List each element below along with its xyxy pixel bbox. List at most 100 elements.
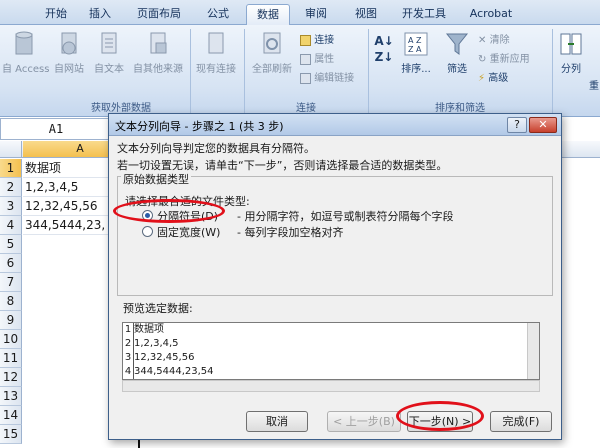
preview-row-number: 2 — [123, 337, 134, 352]
preview-row-text: 344,5444,23,54 — [134, 366, 214, 377]
preview-label: 预览选定数据: — [123, 302, 193, 315]
row-header[interactable]: 1 — [0, 159, 22, 178]
back-button[interactable]: < 上一步(B) — [327, 411, 401, 432]
sort-ascending-button[interactable]: A↓ Z↓ — [374, 33, 394, 65]
help-button[interactable]: ? — [507, 117, 527, 133]
name-box[interactable]: A1 — [0, 118, 112, 140]
fixed-width-option-description: - 每列字段加空格对齐 — [237, 226, 344, 239]
row-header[interactable]: 13 — [0, 387, 22, 406]
row-header[interactable]: 8 — [0, 292, 22, 311]
from-web-button[interactable]: 自网站 — [50, 31, 88, 75]
clear-button[interactable]: ✕ 清除 — [478, 31, 510, 46]
preview-row-text: 12,32,45,56 — [134, 352, 195, 363]
data-preview[interactable]: 1 数据项 2 1,2,3,4,5 3 12,32,45,56 4 344,5444,2… — [122, 322, 540, 380]
tab-acrobat[interactable]: Acrobat — [460, 4, 522, 25]
tab-developer[interactable]: 开发工具 — [392, 4, 456, 25]
finish-button[interactable]: 完成(F) — [490, 411, 552, 432]
select-all-corner[interactable] — [0, 141, 22, 157]
preview-row: 1 数据项 — [123, 323, 164, 338]
advanced-label: 高级 — [488, 73, 509, 84]
from-text-button[interactable]: 自文本 — [90, 31, 128, 75]
row-header[interactable]: 2 — [0, 178, 22, 197]
cancel-button[interactable]: 取消 — [246, 411, 308, 432]
tab-page-layout[interactable]: 页面布局 — [128, 4, 190, 25]
filter-button[interactable]: 筛选 — [440, 31, 474, 75]
split-columns-icon — [560, 33, 582, 55]
row-header[interactable]: 10 — [0, 330, 22, 349]
text-file-icon — [101, 32, 117, 54]
close-button[interactable]: ✕ — [529, 117, 557, 133]
other-sources-icon — [150, 32, 167, 54]
group-separator — [368, 29, 369, 115]
connections-icon — [300, 34, 311, 46]
refresh-all-button[interactable]: 全部刷新 — [248, 31, 296, 75]
row-header[interactable]: 14 — [0, 406, 22, 425]
remove-duplicates-label: 重 — [589, 81, 599, 92]
from-text-label: 自文本 — [94, 64, 124, 75]
sort-dialog-icon: A ZZ A — [404, 32, 428, 56]
row-header[interactable]: 4 — [0, 216, 22, 235]
properties-label: 属性 — [314, 54, 335, 65]
sort-az-icon: A↓ Z↓ — [374, 34, 394, 64]
existing-connections-button[interactable]: 现有连接 — [194, 31, 238, 75]
preview-vertical-scrollbar[interactable] — [527, 323, 539, 379]
tab-review[interactable]: 审阅 — [294, 4, 338, 25]
row-header[interactable]: 11 — [0, 349, 22, 368]
annotation-circle-next — [396, 401, 484, 431]
connections-button[interactable]: 连接 — [300, 31, 334, 46]
existing-connections-icon — [208, 32, 224, 54]
tab-home[interactable]: 开始 — [36, 4, 76, 25]
advanced-filter-icon: ⚡ — [478, 73, 486, 84]
text-to-columns-label: 分列 — [561, 64, 581, 75]
tab-insert[interactable]: 插入 — [80, 4, 120, 25]
row-header[interactable]: 9 — [0, 311, 22, 330]
connections-label: 连接 — [314, 35, 335, 46]
ribbon: 自 Access 自网站 自文本 自其他来源 现有连接 获取外部数据 全部刷新 … — [0, 25, 600, 117]
preview-horizontal-scrollbar[interactable] — [122, 380, 540, 392]
preview-row-text: 数据项 — [134, 324, 164, 335]
tab-data[interactable]: 数据 — [246, 4, 290, 25]
row-header[interactable]: 12 — [0, 368, 22, 387]
sort-label: 排序... — [401, 64, 431, 75]
from-access-button[interactable]: 自 Access — [2, 31, 50, 75]
properties-icon — [300, 53, 311, 65]
row-header[interactable]: 6 — [0, 254, 22, 273]
row-header[interactable]: 5 — [0, 235, 22, 254]
dialog-title-bar[interactable]: 文本分列向导 - 步骤之 1 (共 3 步) ? ✕ — [109, 114, 561, 136]
close-icon: ✕ — [538, 118, 548, 131]
from-other-sources-button[interactable]: 自其他来源 — [130, 31, 186, 75]
wizard-message-1: 文本分列向导判定您的数据具有分隔符。 — [117, 142, 315, 155]
preview-row-number: 3 — [123, 351, 134, 366]
text-to-columns-dialog: 文本分列向导 - 步骤之 1 (共 3 步) ? ✕ 文本分列向导判定您的数据具… — [108, 113, 562, 440]
reapply-label: 重新应用 — [489, 54, 530, 65]
group-separator — [244, 29, 245, 115]
group-separator — [552, 29, 553, 115]
ribbon-tab-bar: 开始 插入 页面布局 公式 数据 审阅 视图 开发工具 Acrobat — [0, 0, 600, 25]
fixed-width-radio[interactable] — [142, 226, 153, 237]
tab-formulas[interactable]: 公式 — [196, 4, 240, 25]
preview-row-text: 1,2,3,4,5 — [134, 338, 179, 349]
text-to-columns-button[interactable]: 分列 — [556, 31, 586, 75]
refresh-all-label: 全部刷新 — [252, 64, 292, 75]
edit-links-button[interactable]: 编辑链接 — [300, 69, 354, 84]
globe-icon — [61, 32, 77, 55]
row-header[interactable]: 3 — [0, 197, 22, 216]
dialog-title: 文本分列向导 - 步骤之 1 (共 3 步) — [115, 120, 284, 133]
clear-filter-icon: ✕ — [478, 35, 487, 46]
fixed-width-option-label[interactable]: 固定宽度(W) — [157, 224, 220, 240]
tab-view[interactable]: 视图 — [344, 4, 388, 25]
advanced-button[interactable]: ⚡ 高级 — [478, 69, 508, 84]
row-header[interactable]: 7 — [0, 273, 22, 292]
row-header[interactable]: 15 — [0, 425, 22, 444]
preview-row-number: 1 — [123, 323, 134, 338]
reapply-icon: ↻ — [478, 54, 487, 65]
reapply-button[interactable]: ↻ 重新应用 — [478, 50, 530, 65]
properties-button[interactable]: 属性 — [300, 50, 334, 65]
remove-duplicates-button[interactable]: 重 — [588, 77, 600, 92]
preview-row: 4 344,5444,23,54 — [123, 365, 214, 379]
from-access-label: 自 Access — [2, 64, 50, 75]
edit-links-icon — [300, 72, 311, 84]
annotation-circle-delimited — [113, 199, 225, 223]
sort-button[interactable]: A ZZ A 排序... — [398, 31, 434, 75]
from-web-label: 自网站 — [54, 64, 84, 75]
